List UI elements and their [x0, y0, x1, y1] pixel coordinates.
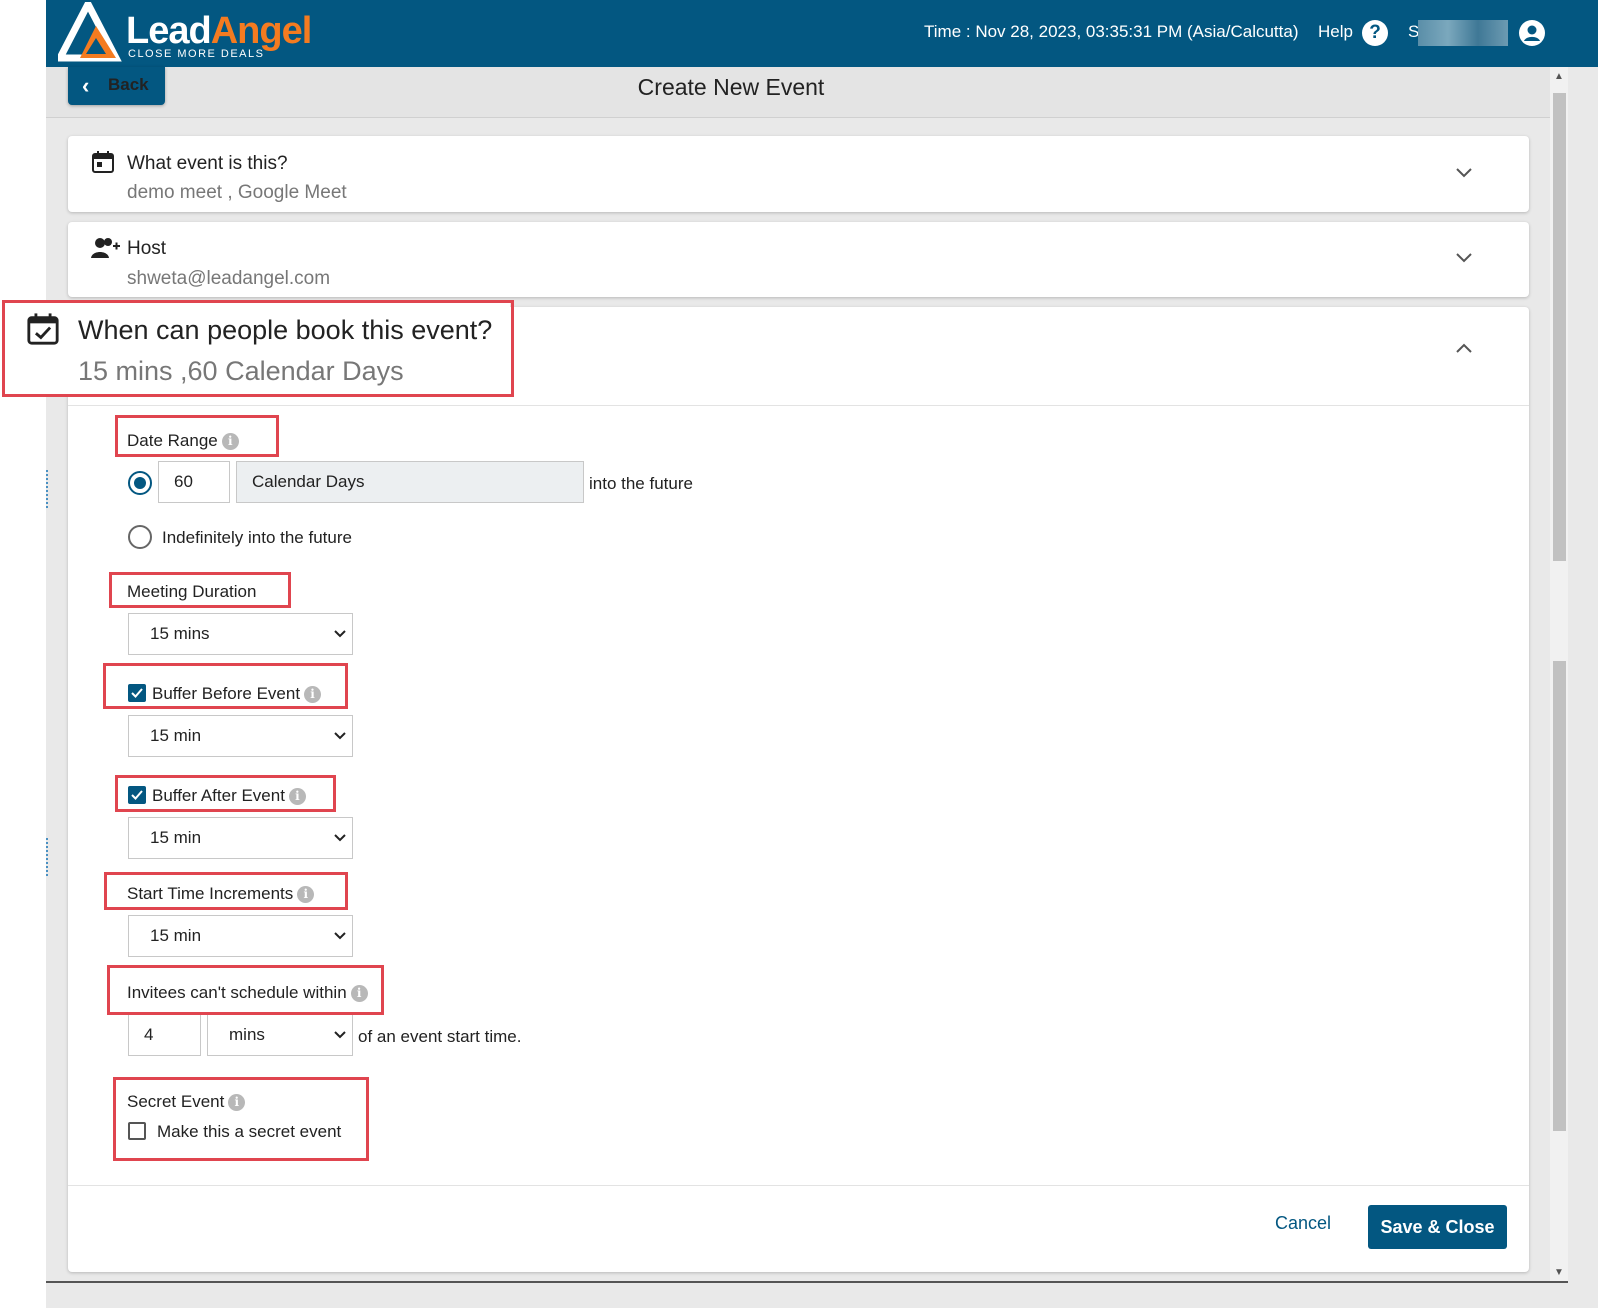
calendar-check-icon [27, 313, 59, 345]
brand-name: LeadAngel [126, 10, 312, 52]
booking-section-title: When can people book this event? [78, 315, 493, 345]
chevron-down-icon [334, 630, 346, 638]
page-title: Create New Event [637, 74, 825, 100]
start-increments-label: Start Time Increments i [127, 884, 315, 904]
check-icon [131, 790, 143, 800]
info-icon[interactable]: i [228, 1094, 246, 1111]
info-icon[interactable]: i [304, 686, 322, 703]
user-name-redacted [1418, 20, 1508, 46]
start-increments-value: 15 min [150, 926, 202, 945]
invitee-limit-suffix: of an event start time. [358, 1027, 522, 1046]
chevron-down-icon[interactable] [1455, 249, 1473, 267]
date-range-days-input[interactable] [158, 461, 230, 503]
help-icon[interactable]: ? [1362, 20, 1388, 46]
host-section[interactable]: Host shweta@leadangel.com [68, 222, 1529, 297]
check-icon [131, 688, 143, 698]
window-bottom-border [46, 1281, 1568, 1283]
current-time: Time : Nov 28, 2023, 03:35:31 PM (Asia/C… [924, 22, 1299, 41]
event-details-section[interactable]: What event is this? demo meet , Google M… [68, 136, 1529, 212]
user-account-icon[interactable] [1519, 20, 1545, 46]
event-section-title: What event is this? [127, 153, 288, 174]
invitee-limit-amount-input[interactable] [128, 1014, 201, 1056]
invitee-limit-unit-value: mins [229, 1025, 265, 1044]
buffer-after-select[interactable]: 15 min [128, 817, 353, 859]
section-divider [68, 405, 1529, 406]
info-icon[interactable]: i [350, 985, 368, 1002]
date-range-indefinite-label[interactable]: Indefinitely into the future [162, 528, 352, 548]
brand-tagline: CLOSE MORE DEALS [128, 48, 265, 60]
help-link[interactable]: Help [1318, 22, 1353, 42]
buffer-after-label: Buffer After Event i [152, 786, 306, 806]
scrollbar-thumb[interactable] [1553, 661, 1566, 1131]
selection-marker [46, 838, 48, 876]
date-range-indefinite-radio[interactable] [128, 525, 152, 549]
buffer-before-checkbox[interactable] [128, 684, 146, 702]
buffer-before-value: 15 min [150, 726, 202, 745]
date-range-days-radio[interactable] [128, 471, 152, 495]
secret-event-label: Secret Event i [127, 1092, 246, 1112]
host-section-summary: shweta@leadangel.com [127, 268, 331, 289]
calendar-icon [92, 151, 114, 173]
page-scrollbar[interactable]: ▲ ▼ [1550, 67, 1568, 1282]
buffer-after-checkbox[interactable] [128, 786, 146, 804]
scroll-up-icon[interactable]: ▲ [1554, 71, 1564, 82]
date-range-label: Date Range i [127, 431, 239, 451]
secret-event-checkbox[interactable] [128, 1122, 146, 1140]
meeting-duration-value: 15 mins [150, 624, 210, 643]
info-icon[interactable]: i [297, 886, 315, 903]
scrollbar-thumb[interactable] [1553, 93, 1566, 561]
date-range-unit-field[interactable] [236, 461, 584, 503]
chevron-down-icon [334, 1031, 346, 1039]
secret-event-checkbox-label[interactable]: Make this a secret event [157, 1122, 341, 1142]
info-icon[interactable]: i [221, 433, 239, 450]
booking-section-summary: 15 mins ,60 Calendar Days [78, 356, 404, 386]
buffer-after-value: 15 min [150, 828, 202, 847]
booking-window-section: Date Rangei into the future Indefinitely… [68, 307, 1529, 1272]
page-header: ‹ Back Create New Event [46, 67, 1550, 118]
cancel-button[interactable]: Cancel [1275, 1213, 1331, 1234]
chevron-down-icon [334, 732, 346, 740]
app-window: LeadAngel CLOSE MORE DEALS Time : Nov 28… [46, 0, 1598, 1308]
chevron-down-icon[interactable] [1455, 164, 1473, 182]
selection-marker [46, 470, 48, 508]
chevron-down-icon [334, 834, 346, 842]
invitee-limit-unit-select[interactable]: mins [207, 1014, 353, 1056]
add-person-icon [91, 238, 120, 258]
event-section-summary: demo meet , Google Meet [127, 182, 347, 203]
top-bar: LeadAngel CLOSE MORE DEALS Time : Nov 28… [46, 0, 1598, 67]
logo-mark-icon [58, 2, 122, 62]
info-icon[interactable]: i [288, 788, 306, 805]
host-section-title: Host [127, 238, 167, 259]
save-and-close-button[interactable]: Save & Close [1368, 1205, 1507, 1249]
meeting-duration-select[interactable]: 15 mins [128, 613, 353, 655]
chevron-down-icon [334, 932, 346, 940]
date-range-suffix: into the future [589, 474, 693, 493]
scroll-down-icon[interactable]: ▼ [1554, 1267, 1564, 1278]
buffer-before-select[interactable]: 15 min [128, 715, 353, 757]
footer-divider [68, 1185, 1529, 1186]
chevron-up-icon[interactable] [1455, 340, 1473, 358]
meeting-duration-label: Meeting Duration [127, 582, 257, 601]
leadangel-logo[interactable]: LeadAngel CLOSE MORE DEALS [58, 2, 358, 64]
invitee-limit-label: Invitees can't schedule within i [127, 983, 368, 1003]
buffer-before-label: Buffer Before Event i [152, 684, 322, 704]
start-increments-select[interactable]: 15 min [128, 915, 353, 957]
